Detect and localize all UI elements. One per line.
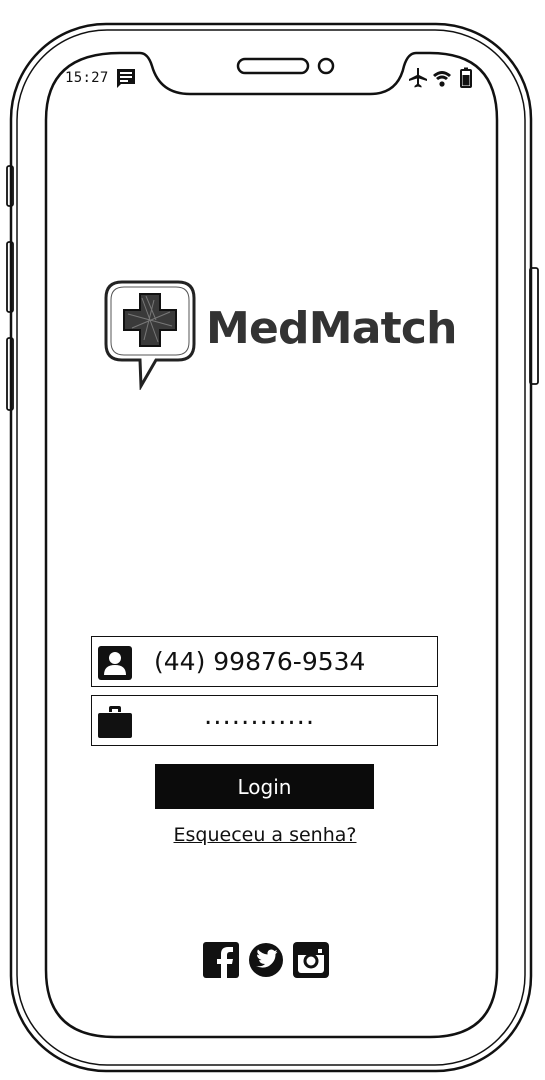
phone-frame	[6, 22, 539, 1073]
facebook-icon[interactable]	[203, 942, 239, 978]
status-icons	[409, 67, 472, 88]
wifi-icon	[433, 71, 451, 87]
status-time: 15:27	[65, 70, 109, 86]
instagram-icon[interactable]	[293, 942, 329, 978]
user-card-icon	[98, 646, 132, 680]
phone-value: (44) 99876-9534	[154, 647, 366, 676]
password-value: ............	[204, 701, 316, 731]
forgot-password-link[interactable]: Esqueceu a senha?	[0, 824, 530, 846]
logo-text: MedMatch	[206, 303, 457, 354]
message-icon	[117, 69, 135, 88]
briefcase-icon	[98, 706, 132, 738]
phone-field[interactable]: (44) 99876-9534	[91, 636, 438, 687]
battery-icon	[460, 67, 472, 88]
social-links	[203, 942, 329, 980]
password-field[interactable]: ............	[91, 695, 438, 746]
login-button[interactable]: Login	[155, 764, 374, 809]
airplane-icon	[409, 68, 427, 88]
twitter-icon[interactable]	[248, 942, 284, 978]
